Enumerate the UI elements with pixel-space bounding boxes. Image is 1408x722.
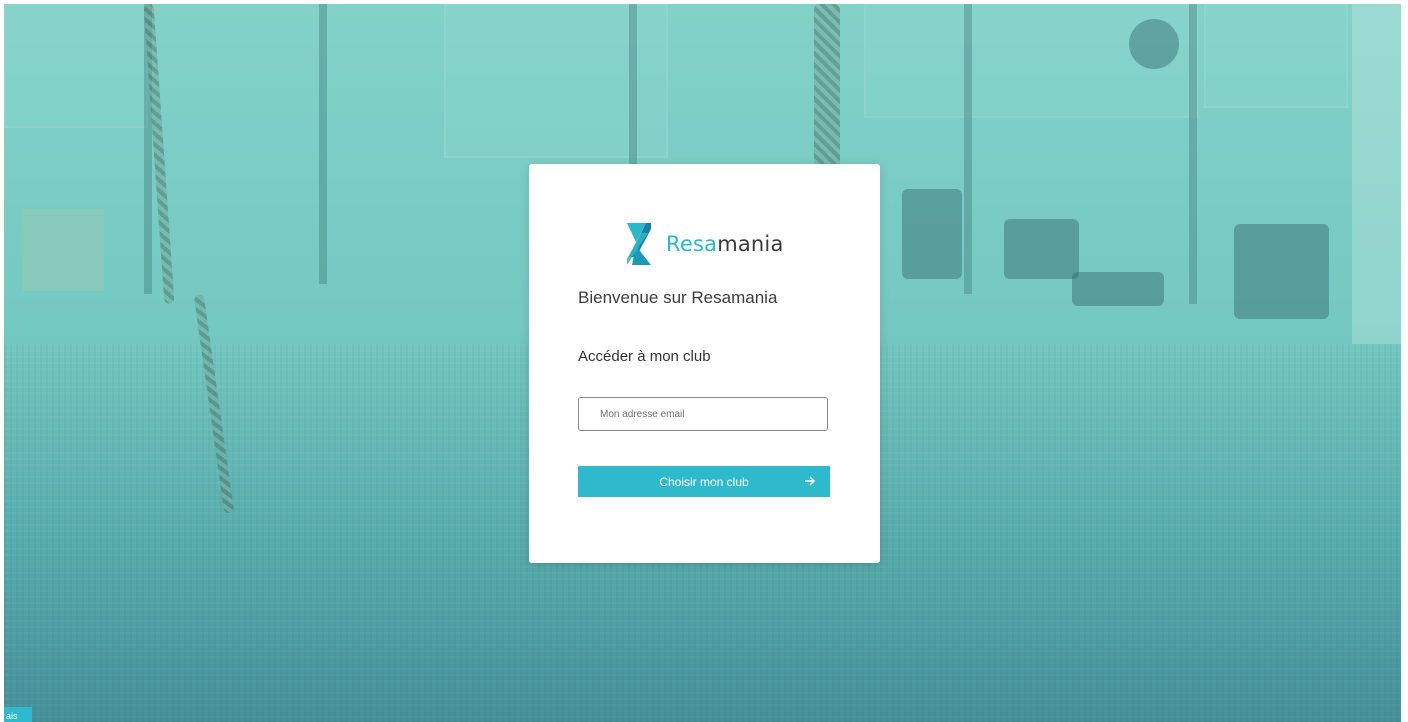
bg-box (22, 209, 104, 291)
welcome-title: Bienvenue sur Resamania (578, 288, 778, 307)
resamania-logo-icon (627, 223, 651, 265)
bg-weight-plate (1234, 224, 1329, 319)
brand-name-rest: mania (717, 232, 784, 256)
brand-name-accent: Resa (666, 232, 718, 256)
bg-weight-plate (1072, 272, 1164, 306)
email-field[interactable] (578, 397, 828, 431)
bg-weight-plate (902, 189, 962, 279)
brand-name: Resamania (666, 232, 784, 256)
brand-logo: Resamania (624, 220, 784, 268)
bg-weight-plate (1004, 219, 1079, 279)
arrow-right-icon (805, 476, 816, 486)
bg-window (1204, 4, 1348, 108)
bg-pole (964, 4, 972, 294)
language-selector[interactable]: ais (4, 707, 32, 722)
section-title: Accéder à mon club (578, 348, 711, 365)
bg-pole (629, 4, 637, 174)
choose-club-button[interactable]: Choisir mon club (578, 466, 830, 497)
background: Resamania Bienvenue sur Resamania Accéde… (4, 4, 1401, 722)
bg-wall (1352, 4, 1401, 344)
bg-pole (1189, 4, 1197, 304)
login-card: Resamania Bienvenue sur Resamania Accéde… (529, 164, 880, 563)
bg-pole (319, 4, 327, 284)
choose-club-label: Choisir mon club (659, 475, 749, 489)
bg-window (4, 4, 148, 128)
bg-rope (814, 4, 840, 169)
bg-weight-plate (1129, 19, 1179, 69)
